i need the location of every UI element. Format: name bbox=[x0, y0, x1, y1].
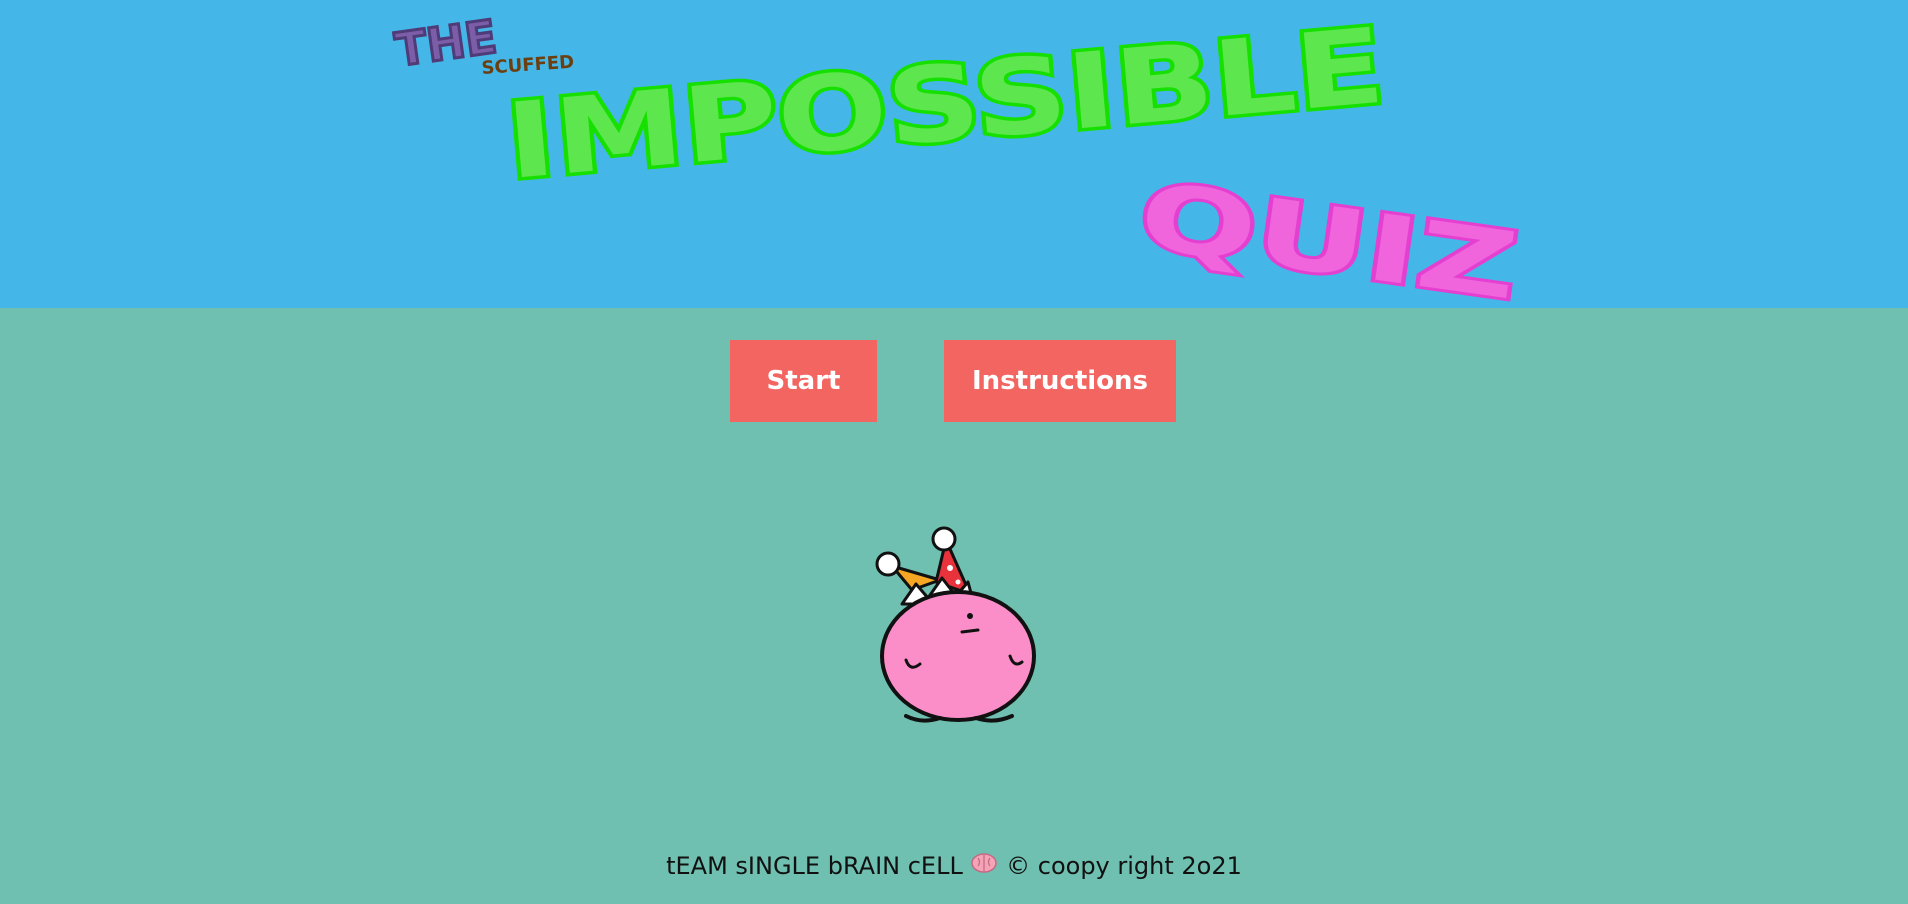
instructions-button[interactable]: Instructions bbox=[944, 340, 1176, 422]
logo-quiz: QUIZ bbox=[1133, 162, 1524, 308]
footer-team-text: tEAM sINGLE bRAIN cELL bbox=[666, 852, 963, 880]
footer-copyright-text: © coopy right 2o21 bbox=[1006, 852, 1242, 880]
footer: tEAM sINGLE bRAIN cELL © coopy right 2o2… bbox=[0, 852, 1908, 880]
pink-blob-jester-icon bbox=[875, 526, 1036, 723]
header-banner: THE SCUFFED IMPOSSIBLE QUIZ bbox=[0, 0, 1908, 308]
start-button[interactable]: Start bbox=[730, 340, 877, 422]
game-logo: THE SCUFFED IMPOSSIBLE QUIZ bbox=[391, 1, 1528, 308]
logo-impossible: IMPOSSIBLE bbox=[502, 5, 1389, 203]
brain-icon bbox=[970, 852, 998, 880]
